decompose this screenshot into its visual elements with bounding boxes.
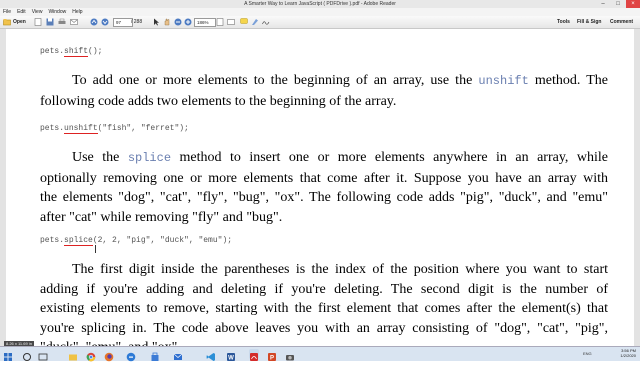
page-down-icon[interactable] (101, 18, 109, 26)
highlight-icon[interactable] (251, 18, 259, 26)
sign-icon[interactable] (262, 18, 270, 26)
comment-button[interactable]: Comment (610, 18, 633, 26)
page-total: / 288 (131, 19, 143, 25)
edge-icon[interactable] (126, 349, 136, 362)
minimize-button[interactable]: – (596, 0, 610, 8)
text-cursor (95, 245, 96, 253)
menu-help[interactable]: Help (69, 8, 85, 16)
mail-icon[interactable] (173, 349, 183, 360)
vertical-scrollbar[interactable] (634, 29, 640, 346)
splice-inline-code: splice (127, 151, 172, 165)
search-icon[interactable] (22, 349, 32, 361)
save-icon[interactable] (46, 18, 54, 26)
zoom-in-icon[interactable] (184, 18, 192, 26)
open-folder-icon[interactable] (3, 18, 11, 26)
zoom-level-select[interactable]: 186% (194, 18, 216, 27)
email-icon[interactable] (70, 18, 78, 26)
page-number-input[interactable]: 97 (113, 18, 133, 27)
paragraph-splice: Use the splice method to insert one or m… (40, 150, 608, 225)
window-title: A Smarter Way to Learn JavaScript ( PDFD… (244, 1, 396, 7)
close-button[interactable]: × (626, 0, 640, 8)
maximize-button[interactable]: □ (611, 0, 625, 8)
word-icon[interactable]: W (226, 349, 236, 362)
svg-text:P: P (270, 356, 274, 362)
task-view-icon[interactable] (38, 349, 48, 361)
code-shift: pets.shift(); (40, 47, 103, 57)
file-explorer-icon[interactable] (68, 349, 78, 361)
firefox-icon[interactable] (104, 349, 114, 362)
shift-method: shift (64, 47, 89, 57)
fill-sign-button[interactable]: Fill & Sign (577, 18, 601, 26)
fit-page-icon[interactable] (216, 18, 224, 26)
splice-method: splice (64, 236, 93, 246)
menu-edit[interactable]: Edit (14, 8, 29, 16)
left-page-margin (0, 29, 6, 346)
print-icon[interactable] (58, 18, 66, 26)
title-bar: A Smarter Way to Learn JavaScript ( PDFD… (0, 0, 640, 8)
page-up-icon[interactable] (90, 18, 98, 26)
camera-icon[interactable] (285, 349, 295, 361)
open-button[interactable]: Open (13, 18, 26, 26)
taskbar: W P ENG 3:56 PM 1/2/2020 (0, 346, 640, 362)
code-unshift: pets.unshift("fish", "ferret"); (40, 124, 189, 134)
menu-window[interactable]: Window (45, 8, 69, 16)
comment-bubble-icon[interactable] (240, 18, 248, 26)
menu-view[interactable]: View (29, 8, 46, 16)
menu-bar: File Edit View Window Help (0, 8, 640, 16)
unshift-method: unshift (64, 124, 98, 134)
chrome-icon[interactable] (86, 349, 96, 362)
create-pdf-icon[interactable] (34, 18, 42, 26)
paragraph-splice-explanation: The first digit inside the parentheses i… (40, 262, 608, 346)
code-splice: pets.splice(2, 2, "pig", "duck", "emu"); (40, 236, 233, 246)
store-icon[interactable] (150, 349, 160, 361)
unshift-inline-code: unshift (478, 74, 529, 88)
fit-width-icon[interactable] (227, 18, 235, 26)
document-page: pets.shift(); To add one or more element… (0, 29, 640, 346)
toolbar: Open 97 / 288 186% Tools Fill & Sign Com… (0, 16, 640, 29)
select-cursor-icon[interactable] (152, 18, 160, 26)
acrobat-icon[interactable] (249, 349, 259, 361)
vscode-icon[interactable] (206, 349, 216, 361)
powerpoint-icon[interactable]: P (267, 349, 277, 362)
language-indicator[interactable]: ENG (583, 351, 592, 356)
menu-file[interactable]: File (0, 8, 14, 16)
start-icon[interactable] (3, 349, 13, 361)
paragraph-unshift: To add one or more elements to the begin… (40, 73, 608, 109)
system-clock[interactable]: 3:56 PM 1/2/2020 (620, 348, 636, 358)
svg-text:W: W (228, 356, 234, 362)
tools-button[interactable]: Tools (557, 18, 570, 26)
hand-tool-icon[interactable] (163, 18, 171, 26)
clock-date: 1/2/2020 (620, 353, 636, 358)
zoom-out-icon[interactable] (174, 18, 182, 26)
